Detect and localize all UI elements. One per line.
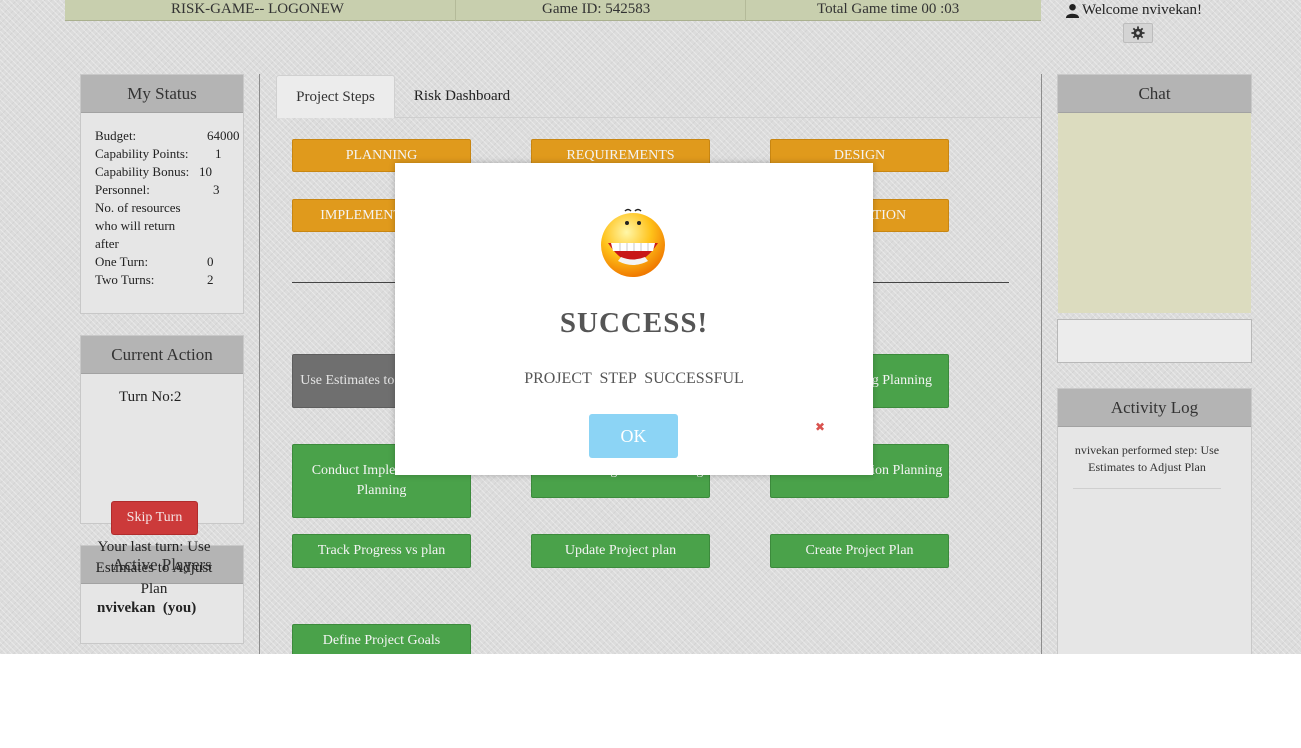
- status-value: 0: [207, 254, 214, 269]
- tab-project-steps[interactable]: Project Steps: [276, 75, 395, 118]
- status-value: 64000: [207, 128, 240, 143]
- laughing-smiley-icon: [601, 208, 665, 277]
- status-label: Capability Points:: [95, 146, 189, 161]
- my-status-panel: My Status Budget: 64000 Capability Points…: [80, 74, 244, 314]
- status-label: Personnel:: [95, 182, 150, 197]
- player-name: nvivekan: [97, 600, 156, 616]
- divider: [455, 0, 456, 21]
- activity-log-entry: nvivekan performed step: Use Estimates t…: [1073, 442, 1221, 489]
- total-game-time: Total Game time 00 :03: [817, 1, 960, 17]
- close-icon[interactable]: ✖: [815, 420, 825, 434]
- tab-risk-dashboard[interactable]: Risk Dashboard: [400, 75, 524, 118]
- welcome-text: Welcome nvivekan!: [1082, 2, 1202, 18]
- user-icon: [1065, 3, 1080, 18]
- status-value: 3: [213, 182, 220, 197]
- status-row-personnel: Personnel: 3: [95, 181, 243, 199]
- divider: [745, 0, 746, 21]
- status-label: No. of resources who will return after: [95, 200, 181, 251]
- skip-turn-button[interactable]: Skip Turn: [111, 501, 198, 535]
- game-id: Game ID: 542583: [542, 1, 651, 17]
- gear-icon: [1131, 26, 1145, 40]
- status-row-one-turn: One Turn: 0: [95, 253, 243, 271]
- ok-button[interactable]: OK: [589, 414, 678, 458]
- last-turn-text: Your last turn: Use Estimates to Adjust …: [95, 539, 213, 597]
- status-value: 1: [215, 146, 222, 161]
- activity-log-panel: Activity Log: [1057, 388, 1252, 654]
- step-update-plan-button[interactable]: Update Project plan: [531, 534, 710, 568]
- left-divider: [259, 74, 260, 654]
- right-divider: [1041, 74, 1042, 654]
- top-bar: RISK-GAME-- LOGONEW Game ID: 542583 Tota…: [65, 0, 1041, 21]
- current-action-title: Current Action: [81, 336, 243, 374]
- step-define-goals-button[interactable]: Define Project Goals: [292, 624, 471, 654]
- status-row-budget: Budget: 64000: [95, 127, 243, 145]
- step-track-progress-button[interactable]: Track Progress vs plan: [292, 534, 471, 568]
- status-value: 2: [207, 272, 214, 287]
- status-label: Two Turns:: [95, 272, 155, 287]
- my-status-title: My Status: [81, 75, 243, 113]
- activity-log-title: Activity Log: [1058, 389, 1251, 427]
- status-row-two-turns: Two Turns: 2: [95, 271, 243, 289]
- modal-title: SUCCESS!: [559, 307, 709, 339]
- status-row-capability-points: Capability Points: 1: [95, 145, 243, 163]
- chat-panel: Chat: [1057, 74, 1252, 114]
- success-modal: SUCCESS! PROJECT STEP SUCCESSFUL OK ✖: [395, 163, 873, 475]
- chat-title: Chat: [1058, 75, 1251, 113]
- game-name: RISK-GAME-- LOGONEW: [171, 1, 344, 17]
- player-you-tag: (you): [162, 600, 197, 616]
- status-value: 10: [199, 164, 212, 179]
- step-create-plan-button[interactable]: Create Project Plan: [770, 534, 949, 568]
- active-player: nvivekan (you): [97, 600, 196, 617]
- welcome-user: Welcome nvivekan!: [1065, 2, 1202, 19]
- status-list: Budget: 64000 Capability Points: 1 Capabil…: [81, 113, 243, 289]
- status-row-resources-note: No. of resources who will return after: [95, 199, 243, 253]
- settings-button[interactable]: [1123, 23, 1153, 43]
- chat-messages: [1058, 113, 1251, 313]
- status-label: Capability Bonus:: [95, 164, 190, 179]
- status-label: Budget:: [95, 128, 137, 143]
- current-action-panel: Current Action Turn No:2: [80, 335, 244, 524]
- game-screen: RISK-GAME-- LOGONEW Game ID: 542583 Tota…: [0, 0, 1301, 654]
- turn-number: Turn No:2: [119, 389, 182, 405]
- modal-message: PROJECT STEP SUCCESSFUL: [524, 370, 744, 387]
- chat-input[interactable]: [1057, 319, 1252, 363]
- status-label: One Turn:: [95, 254, 149, 269]
- status-row-capability-bonus: Capability Bonus: 10: [95, 163, 243, 181]
